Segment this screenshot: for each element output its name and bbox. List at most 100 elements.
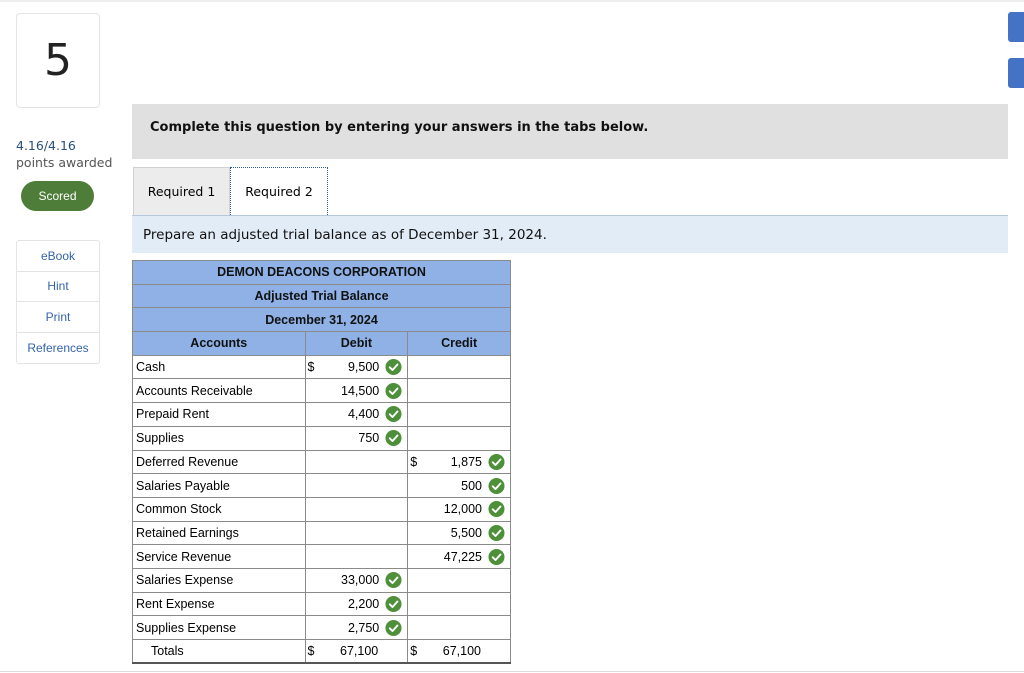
statement-title: Adjusted Trial Balance <box>133 284 511 308</box>
debit-amount[interactable]: 2,200 <box>348 597 379 611</box>
debit-cell[interactable] <box>305 474 408 498</box>
question-number: 5 <box>44 35 72 86</box>
table-row: Supplies 750 <box>133 426 511 450</box>
table-row: Salaries Expense 33,000 <box>133 568 511 592</box>
debit-amount[interactable]: 67,100 <box>340 644 378 658</box>
check-icon <box>488 524 505 541</box>
account-name: Retained Earnings <box>133 521 306 545</box>
accounts-column-header: Accounts <box>133 332 306 356</box>
account-name: Supplies Expense <box>133 616 306 640</box>
debit-cell[interactable]: 14,500 <box>305 379 408 403</box>
account-name: Rent Expense <box>133 592 306 616</box>
tab-required-1[interactable]: Required 1 <box>133 167 230 215</box>
question-number-box: 5 <box>16 13 100 108</box>
debit-cell[interactable] <box>305 450 408 474</box>
currency-symbol: $ <box>308 360 315 374</box>
check-icon <box>385 595 402 612</box>
print-link[interactable]: Print <box>17 302 99 333</box>
references-link[interactable]: References <box>17 333 99 364</box>
debit-amount[interactable]: 4,400 <box>348 407 379 421</box>
credit-column-header: Credit <box>408 332 511 356</box>
account-name: Accounts Receivable <box>133 379 306 403</box>
instruction-text: Prepare an adjusted trial balance as of … <box>143 227 547 243</box>
top-rule <box>0 0 1024 2</box>
credit-cell[interactable] <box>408 379 511 403</box>
account-name: Salaries Payable <box>133 474 306 498</box>
credit-cell[interactable]: 5,500 <box>408 521 511 545</box>
credit-cell[interactable]: 12,000 <box>408 497 511 521</box>
side-action-button[interactable] <box>1008 12 1024 42</box>
account-name: Salaries Expense <box>133 568 306 592</box>
debit-cell[interactable]: 33,000 <box>305 568 408 592</box>
table-row: Retained Earnings 5,500 <box>133 521 511 545</box>
points-value: 4.16/4.16 <box>16 138 76 153</box>
totals-label: Totals <box>133 640 306 664</box>
currency-symbol: $ <box>410 455 417 469</box>
account-name: Supplies <box>133 426 306 450</box>
credit-amount[interactable]: 5,500 <box>451 526 482 540</box>
credit-cell[interactable]: 500 <box>408 474 511 498</box>
credit-amount[interactable]: 1,875 <box>451 455 482 469</box>
debit-amount[interactable]: 33,000 <box>341 573 379 587</box>
credit-cell[interactable]: $1,875 <box>408 450 511 474</box>
instructions-banner: Complete this question by entering your … <box>132 104 1008 159</box>
credit-amount[interactable]: 500 <box>461 479 482 493</box>
statement-date: December 31, 2024 <box>133 308 511 332</box>
debit-cell[interactable] <box>305 497 408 521</box>
table-row: Common Stock 12,000 <box>133 497 511 521</box>
check-icon <box>488 501 505 518</box>
table-row: Rent Expense 2,200 <box>133 592 511 616</box>
adjusted-trial-balance-table: DEMON DEACONS CORPORATION Adjusted Trial… <box>132 260 511 664</box>
table-row: Supplies Expense 2,750 <box>133 616 511 640</box>
debit-cell[interactable]: $9,500 <box>305 355 408 379</box>
account-name: Cash <box>133 355 306 379</box>
debit-cell[interactable]: 2,200 <box>305 592 408 616</box>
debit-cell[interactable] <box>305 545 408 569</box>
debit-cell[interactable]: 2,750 <box>305 616 408 640</box>
currency-symbol: $ <box>410 644 417 658</box>
debit-cell[interactable]: $67,100 <box>305 640 408 664</box>
credit-amount[interactable]: 47,225 <box>444 550 482 564</box>
credit-cell[interactable] <box>408 616 511 640</box>
credit-cell[interactable]: 47,225 <box>408 545 511 569</box>
debit-amount[interactable]: 750 <box>358 431 379 445</box>
debit-cell[interactable] <box>305 521 408 545</box>
table-row: Accounts Receivable 14,500 <box>133 379 511 403</box>
credit-cell[interactable] <box>408 355 511 379</box>
credit-amount[interactable]: 67,100 <box>443 644 481 658</box>
tab-required-2[interactable]: Required 2 <box>230 167 328 215</box>
credit-cell[interactable] <box>408 426 511 450</box>
table-row: Salaries Payable 500 <box>133 474 511 498</box>
instruction-bar: Prepare an adjusted trial balance as of … <box>132 216 1008 253</box>
debit-amount[interactable]: 2,750 <box>348 621 379 635</box>
account-name: Common Stock <box>133 497 306 521</box>
check-icon <box>385 619 402 636</box>
check-icon <box>488 453 505 470</box>
credit-amount[interactable]: 12,000 <box>444 502 482 516</box>
credit-cell[interactable]: $67,100 <box>408 640 511 664</box>
scored-badge: Scored <box>21 181 94 211</box>
table-row: Cash$9,500 <box>133 355 511 379</box>
table-row: Service Revenue47,225 <box>133 545 511 569</box>
debit-amount[interactable]: 9,500 <box>348 360 379 374</box>
side-action-button[interactable] <box>1008 58 1024 88</box>
credit-cell[interactable] <box>408 592 511 616</box>
check-icon <box>385 406 402 423</box>
debit-cell[interactable]: 4,400 <box>305 403 408 427</box>
debit-amount[interactable]: 14,500 <box>341 384 379 398</box>
banner-text: Complete this question by entering your … <box>150 120 648 135</box>
account-name: Deferred Revenue <box>133 450 306 474</box>
check-icon <box>385 359 402 376</box>
debit-column-header: Debit <box>305 332 408 356</box>
hint-link[interactable]: Hint <box>17 272 99 303</box>
table-row: Prepaid Rent4,400 <box>133 403 511 427</box>
check-icon <box>385 430 402 447</box>
totals-row: Totals$67,100$67,100 <box>133 640 511 664</box>
side-links: eBook Hint Print References <box>16 240 100 364</box>
debit-cell[interactable]: 750 <box>305 426 408 450</box>
credit-cell[interactable] <box>408 403 511 427</box>
ebook-link[interactable]: eBook <box>17 241 99 272</box>
credit-cell[interactable] <box>408 568 511 592</box>
check-icon <box>488 477 505 494</box>
company-name: DEMON DEACONS CORPORATION <box>133 261 511 285</box>
